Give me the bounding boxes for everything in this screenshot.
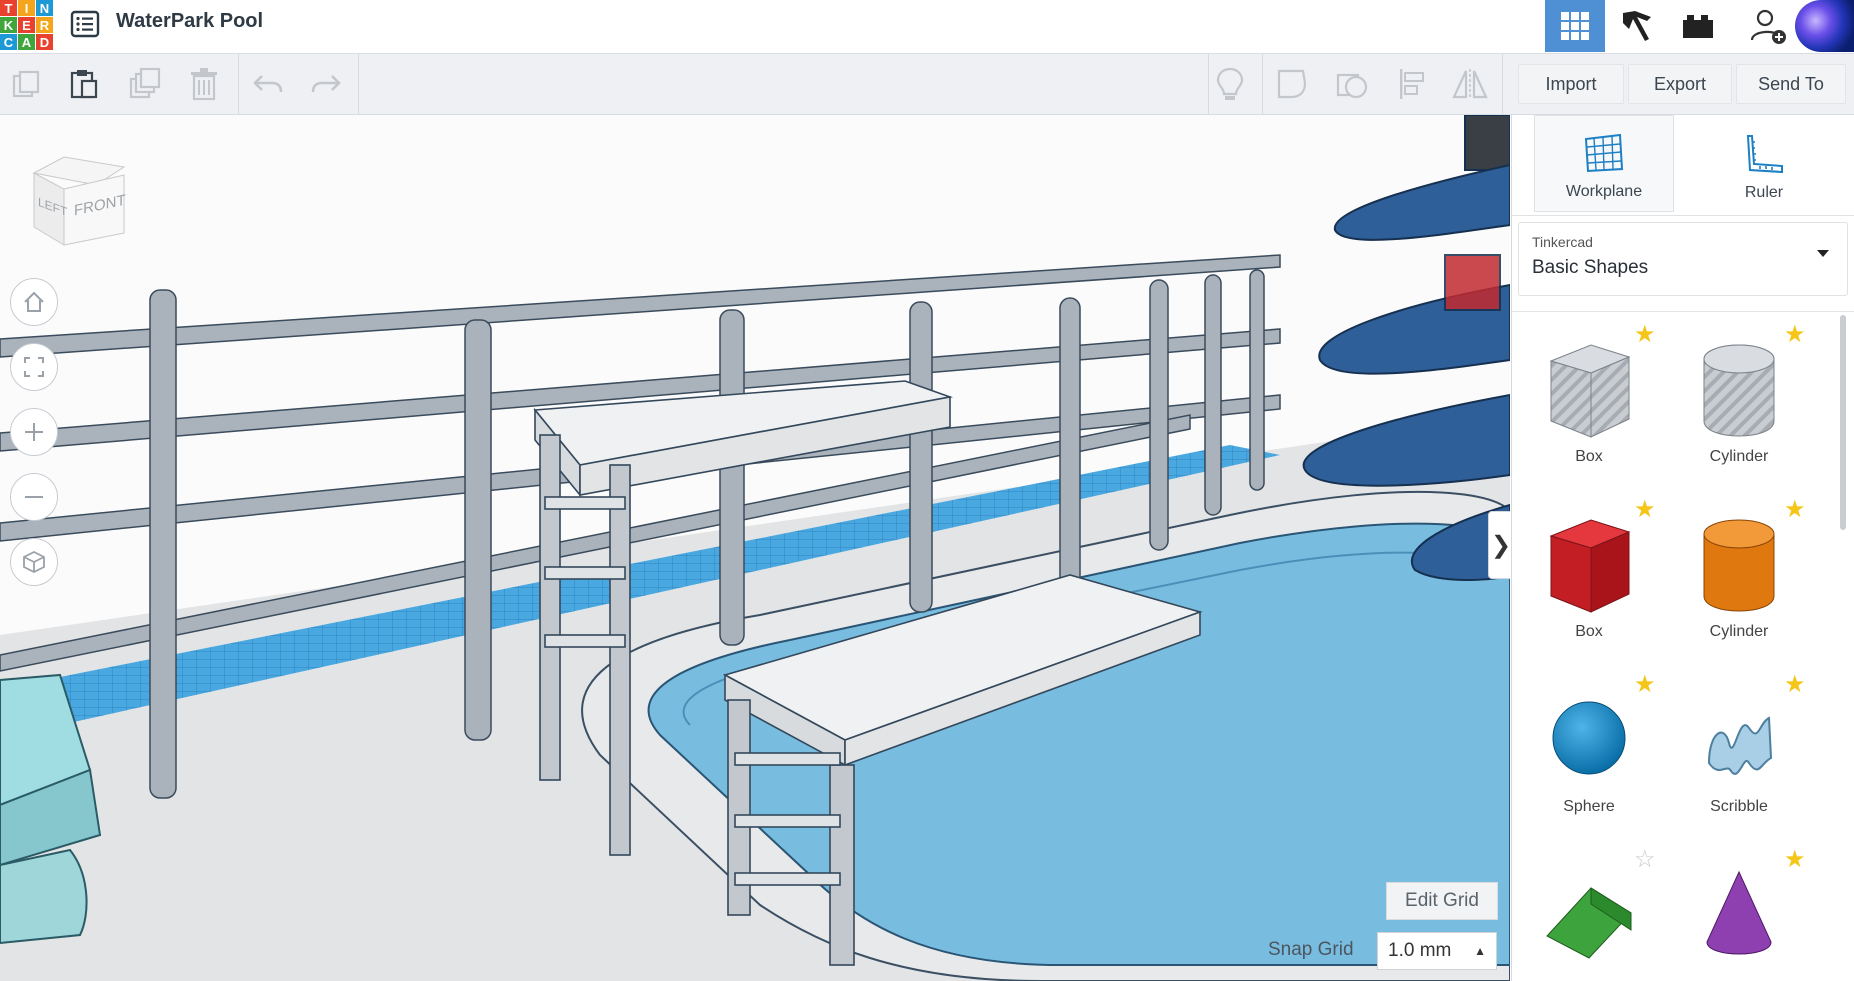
- 3d-workspace[interactable]: LEFT FRONT ❯ Edit Grid Snap Grid 1.0 mm …: [0, 115, 1510, 981]
- ruler-tool-button[interactable]: Ruler: [1694, 115, 1834, 212]
- grid-icon: [1561, 12, 1589, 40]
- caret-up-icon: ▲: [1474, 944, 1486, 958]
- invite-user-button[interactable]: [1738, 0, 1798, 52]
- panel-scrollbar[interactable]: [1840, 315, 1846, 530]
- import-button[interactable]: Import: [1518, 64, 1624, 104]
- snap-grid-label: Snap Grid: [1268, 939, 1354, 960]
- logo-letter: N: [36, 0, 53, 16]
- logo-letter: R: [36, 17, 53, 33]
- box-hole-icon: [1549, 344, 1631, 438]
- favorite-star-icon[interactable]: ★: [1634, 323, 1656, 347]
- favorite-star-icon[interactable]: ★: [1634, 498, 1656, 522]
- favorite-star-icon[interactable]: ★: [1784, 673, 1806, 697]
- zoom-out-button[interactable]: [10, 473, 58, 521]
- logo-letter: K: [0, 17, 17, 33]
- workplane-label: Workplane: [1565, 183, 1643, 200]
- tinkercad-logo[interactable]: T I N K E R C A D: [0, 0, 53, 50]
- shape-label: Cylinder: [1709, 448, 1769, 465]
- shape-item-sphere[interactable]: ★ Sphere: [1514, 665, 1664, 835]
- minus-icon: [25, 496, 43, 498]
- perspective-toggle-button[interactable]: [10, 538, 58, 586]
- cylinder-orange-icon: [1703, 519, 1775, 612]
- home-icon: [24, 291, 44, 312]
- shape-item-box-hole[interactable]: ★ Box: [1514, 315, 1664, 485]
- scribble-icon: [1707, 716, 1773, 775]
- sphere-icon: [1552, 701, 1626, 775]
- cone-icon: [1706, 870, 1772, 955]
- redo-icon[interactable]: [306, 64, 346, 104]
- library-value: Basic Shapes: [1532, 257, 1649, 278]
- library-caption: Tinkercad: [1532, 234, 1593, 250]
- panel-tools: Workplane Ruler: [1512, 115, 1854, 216]
- plus-icon: [25, 423, 43, 441]
- send-to-button[interactable]: Send To: [1736, 64, 1846, 104]
- add-user-icon: [1750, 9, 1786, 44]
- cube-perspective-icon: [23, 550, 45, 574]
- ruler-icon: [1746, 135, 1783, 174]
- shape-label: Cylinder: [1709, 623, 1769, 640]
- top-bar: T I N K E R C A D WaterPark Pool: [0, 0, 1854, 54]
- favorite-star-icon[interactable]: ★: [1784, 323, 1806, 347]
- align-icon[interactable]: [1392, 64, 1432, 104]
- shape-item-roof[interactable]: ☆: [1514, 840, 1664, 981]
- pickaxe-icon: [1623, 11, 1651, 41]
- logo-letter: D: [36, 34, 53, 50]
- edit-toolbar: Import Export Send To: [0, 54, 1854, 115]
- fit-view-button[interactable]: [10, 343, 58, 391]
- brick-icon: [1683, 15, 1713, 38]
- collapse-panel-button[interactable]: ❯: [1488, 511, 1510, 579]
- shape-item-cylinder-hole[interactable]: ★ Cylinder: [1664, 315, 1814, 485]
- fit-icon: [24, 357, 44, 377]
- scene-viewport[interactable]: [0, 115, 1510, 981]
- shape-label: Sphere: [1563, 798, 1615, 815]
- shape-hole-icon[interactable]: [1272, 64, 1312, 104]
- undo-icon[interactable]: [248, 64, 288, 104]
- chevron-down-icon: [1817, 250, 1829, 257]
- view-cube[interactable]: LEFT FRONT: [24, 145, 134, 255]
- favorite-star-icon[interactable]: ★: [1634, 673, 1656, 697]
- box-red-icon: [1549, 519, 1631, 613]
- shape-label: Scribble: [1710, 798, 1768, 815]
- logo-letter: A: [18, 34, 35, 50]
- favorite-star-icon[interactable]: ★: [1784, 498, 1806, 522]
- ruler-label: Ruler: [1744, 184, 1784, 201]
- notes-icon[interactable]: [1210, 64, 1250, 104]
- snap-grid-value: 1.0 mm: [1388, 940, 1452, 961]
- export-button[interactable]: Export: [1628, 64, 1732, 104]
- workplane-icon: [1584, 133, 1624, 173]
- home-view-button[interactable]: [10, 278, 58, 326]
- cylinder-hole-icon: [1703, 344, 1775, 437]
- zoom-in-button[interactable]: [10, 408, 58, 456]
- logo-letter: E: [18, 17, 35, 33]
- shape-item-box[interactable]: ★ Box: [1514, 490, 1664, 660]
- codeblocks-pickaxe-button[interactable]: [1606, 0, 1666, 52]
- duplicate-icon[interactable]: [124, 64, 164, 104]
- logo-letter: C: [0, 34, 17, 50]
- logo-letter: I: [18, 0, 35, 16]
- shape-item-cylinder[interactable]: ★ Cylinder: [1664, 490, 1814, 660]
- shape-library-select[interactable]: Tinkercad Basic Shapes: [1518, 222, 1848, 296]
- snap-grid-select[interactable]: 1.0 mm ▲: [1377, 932, 1497, 970]
- shape-label: Box: [1575, 623, 1603, 640]
- logo-letter: T: [0, 0, 17, 16]
- user-avatar[interactable]: [1795, 0, 1854, 52]
- edit-grid-button[interactable]: Edit Grid: [1386, 882, 1498, 920]
- bricks-view-button[interactable]: [1668, 0, 1728, 52]
- paste-icon[interactable]: [64, 64, 104, 104]
- favorite-star-icon[interactable]: ★: [1784, 848, 1806, 872]
- 3d-design-view-button[interactable]: [1545, 0, 1605, 52]
- shape-label: Box: [1575, 448, 1603, 465]
- design-menu-icon[interactable]: [70, 9, 100, 39]
- mirror-icon[interactable]: [1450, 64, 1490, 104]
- group-icon[interactable]: [1332, 64, 1372, 104]
- shape-item-scribble[interactable]: ★ Scribble: [1664, 665, 1814, 835]
- workplane-tool-button[interactable]: Workplane: [1534, 115, 1674, 212]
- favorite-star-icon[interactable]: ☆: [1634, 848, 1656, 872]
- delete-icon[interactable]: [184, 64, 224, 104]
- shapes-panel: Workplane Ruler Tinkercad Basic Shapes ★…: [1511, 115, 1854, 981]
- roof-icon: [1546, 887, 1632, 959]
- design-title[interactable]: WaterPark Pool: [116, 10, 263, 33]
- shape-item-cone[interactable]: ★: [1664, 840, 1814, 981]
- copy-icon[interactable]: [6, 64, 46, 104]
